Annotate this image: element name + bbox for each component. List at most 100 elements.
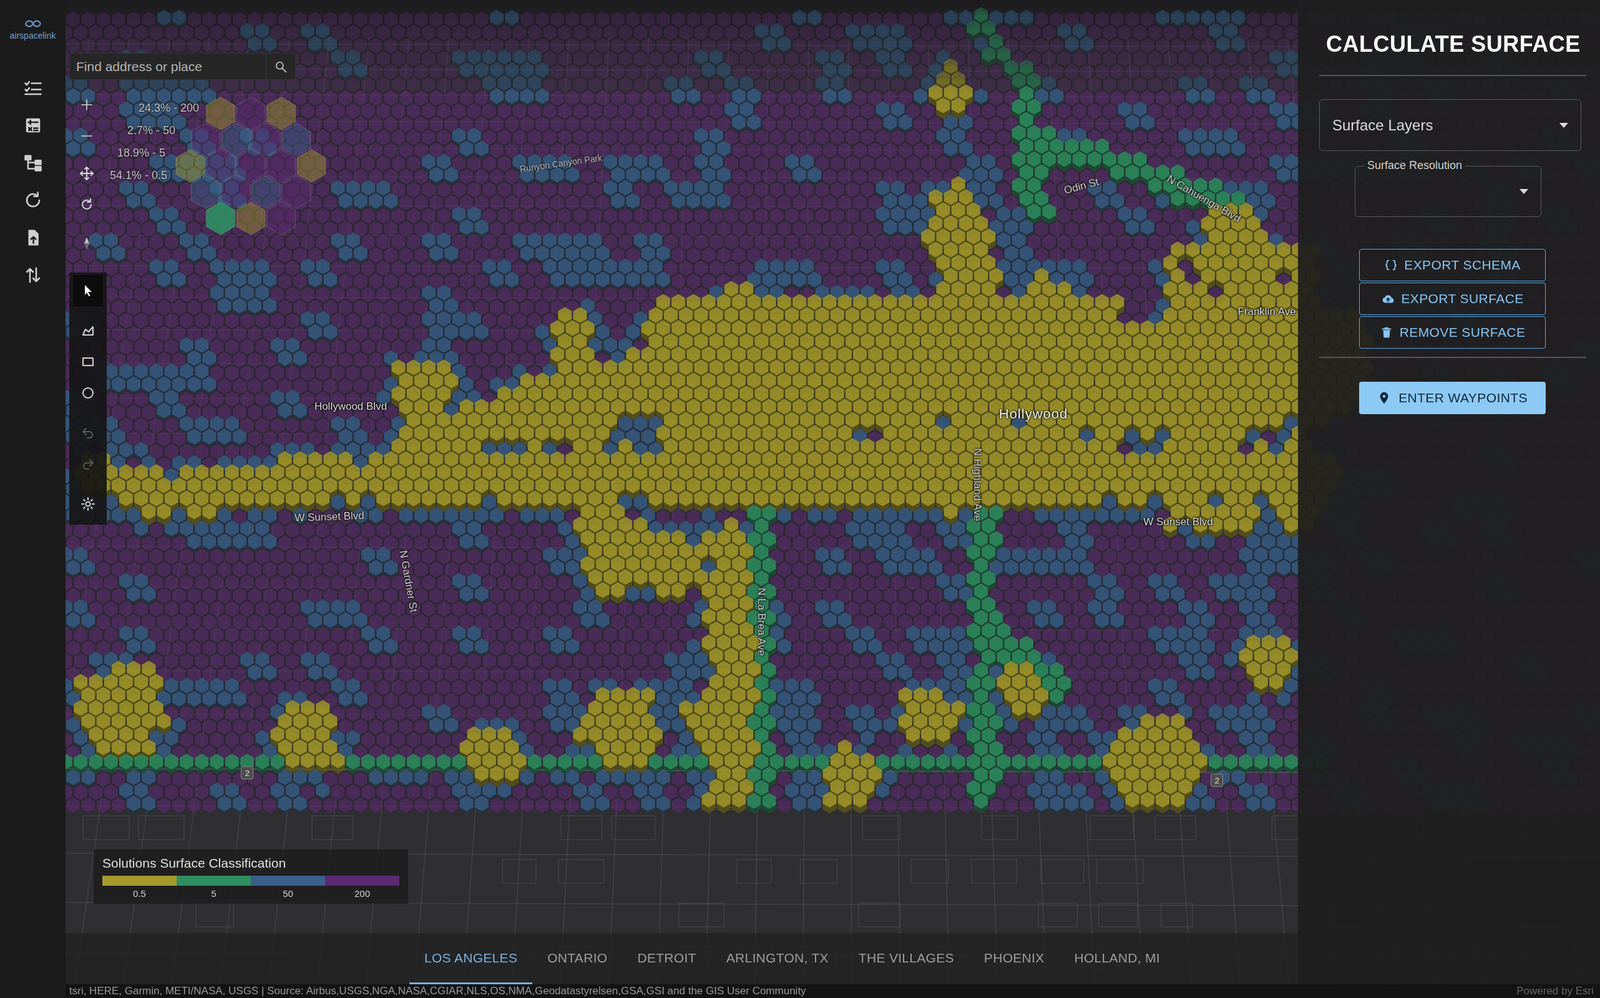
map-controls	[69, 89, 107, 525]
panel-button[interactable]: REMOVE SURFACE	[1359, 316, 1546, 349]
button-label: REMOVE SURFACE	[1399, 325, 1526, 341]
trash-icon	[1379, 325, 1394, 340]
schema-icon	[1384, 258, 1398, 273]
plus-button[interactable]	[71, 89, 102, 121]
button-label: ENTER WAYPOINTS	[1398, 390, 1528, 406]
panel-buttons: EXPORT SCHEMA EXPORT SURFACE REMOVE SURFAC…	[1359, 248, 1600, 349]
minus-icon	[79, 128, 95, 144]
surface-resolution-select[interactable]: Surface Resolution	[1354, 165, 1542, 218]
legend-swatch	[102, 876, 177, 887]
hex-legend-cell	[251, 175, 281, 210]
rectangle-tool[interactable]	[73, 346, 103, 378]
logo-icon	[23, 18, 43, 29]
hex-legend-cell	[190, 123, 220, 157]
legend-class: 200	[325, 876, 400, 900]
sidebar-items	[14, 69, 52, 294]
powered-by[interactable]: Powered by Esri	[1516, 985, 1597, 998]
select-tool[interactable]	[73, 275, 103, 307]
rotate-button[interactable]	[71, 189, 102, 221]
enter-waypoints-button[interactable]: ENTER WAYPOINTS	[1359, 381, 1546, 415]
hex-legend-label: 54.1% - 0.5	[109, 169, 168, 183]
surface-layers-select[interactable]: Surface Layers	[1319, 99, 1582, 152]
hex-legend-cell	[206, 202, 236, 236]
rotate-icon	[79, 197, 95, 213]
hierarchy-icon	[23, 153, 43, 173]
sidebar-item[interactable]	[14, 144, 52, 182]
hex-legend-cell	[297, 149, 326, 183]
city-tab[interactable]: THE VILLAGES	[843, 933, 970, 985]
field-label: Surface Resolution	[1364, 159, 1466, 173]
city-tab[interactable]: LOS ANGELES	[409, 933, 533, 985]
hex-legend-cell	[175, 149, 205, 183]
legend-label: 200	[354, 888, 371, 900]
cloud-icon	[1380, 292, 1395, 306]
select-icon	[80, 283, 96, 299]
legend-label: 50	[282, 888, 294, 900]
sidebar: airspacelink	[0, 0, 66, 998]
city-tab[interactable]: ONTARIO	[532, 933, 623, 985]
legend-swatch	[250, 876, 326, 887]
hex-legend-cell	[236, 149, 266, 183]
hex-legend-cell	[236, 97, 266, 131]
pan-button[interactable]	[71, 157, 102, 190]
highway-shield: 2	[1210, 774, 1224, 788]
hex-legend-cell	[206, 97, 236, 131]
sort-icon	[23, 265, 43, 285]
compass-icon	[79, 235, 95, 251]
sidebar-item[interactable]	[14, 256, 52, 294]
hex-legend-cell	[236, 202, 266, 236]
search-button[interactable]	[265, 53, 296, 80]
hex-legend-cell	[221, 123, 251, 157]
search-box[interactable]	[69, 53, 296, 80]
sidebar-item[interactable]	[14, 219, 52, 257]
map-label: N Highland Ave	[970, 448, 984, 522]
legend-title: Solutions Surface Classification	[102, 856, 400, 872]
pan-icon	[79, 165, 95, 181]
legend-label: 5	[210, 888, 216, 900]
hex-legend-cell	[282, 175, 311, 210]
settings-icon	[80, 496, 96, 512]
redo-tool	[73, 448, 103, 480]
hex-legend-cell	[267, 202, 296, 236]
pin-icon	[1377, 391, 1391, 405]
hex-legend-cell	[206, 149, 236, 183]
calculator-icon	[23, 116, 43, 135]
search-input[interactable]	[69, 53, 266, 80]
plus-icon	[79, 97, 95, 113]
polygon-tool[interactable]	[73, 315, 103, 347]
sidebar-item[interactable]	[14, 106, 52, 145]
button-label: EXPORT SURFACE	[1400, 291, 1524, 307]
panel-button[interactable]: EXPORT SCHEMA	[1359, 248, 1546, 282]
city-tab[interactable]: HOLLAND, MI	[1058, 933, 1176, 985]
city-tab[interactable]: DETROIT	[622, 933, 711, 985]
compass-icon	[79, 235, 95, 251]
sidebar-item[interactable]	[14, 181, 52, 220]
highway-shield: 2	[240, 766, 254, 781]
rectangle-icon	[80, 354, 96, 370]
minus-icon	[79, 128, 95, 144]
circle-icon	[80, 385, 96, 401]
compass-button[interactable]	[71, 227, 102, 259]
map-label: Hollywood Blvd	[314, 400, 387, 414]
logo[interactable]: airspacelink	[9, 0, 57, 41]
hex-legend-cell	[221, 175, 251, 210]
refresh-icon	[23, 190, 43, 210]
city-tab[interactable]: ARLINGTON, TX	[711, 933, 844, 985]
search-icon	[273, 59, 288, 74]
map-area[interactable]: 24.3% - 2002.7% - 5018.9% - 554.1% - 0.5…	[65, 0, 1600, 998]
pan-icon	[79, 165, 95, 181]
schema-icon	[1384, 258, 1398, 273]
circle-tool[interactable]	[73, 377, 103, 409]
upload-icon	[23, 228, 43, 248]
hex-legend-label: 2.7% - 50	[127, 124, 176, 138]
city-tab[interactable]: PHOENIX	[969, 933, 1060, 985]
drawing-tools	[69, 272, 107, 525]
settings-tool[interactable]	[73, 488, 103, 520]
minus-button[interactable]	[71, 120, 102, 152]
sidebar-item[interactable]	[14, 69, 52, 107]
calculator-icon	[23, 116, 43, 135]
redo-icon	[80, 456, 96, 472]
panel-button[interactable]: EXPORT SURFACE	[1359, 282, 1546, 316]
circle-icon	[80, 385, 96, 401]
map-label: W Sunset Blvd	[1143, 516, 1214, 529]
